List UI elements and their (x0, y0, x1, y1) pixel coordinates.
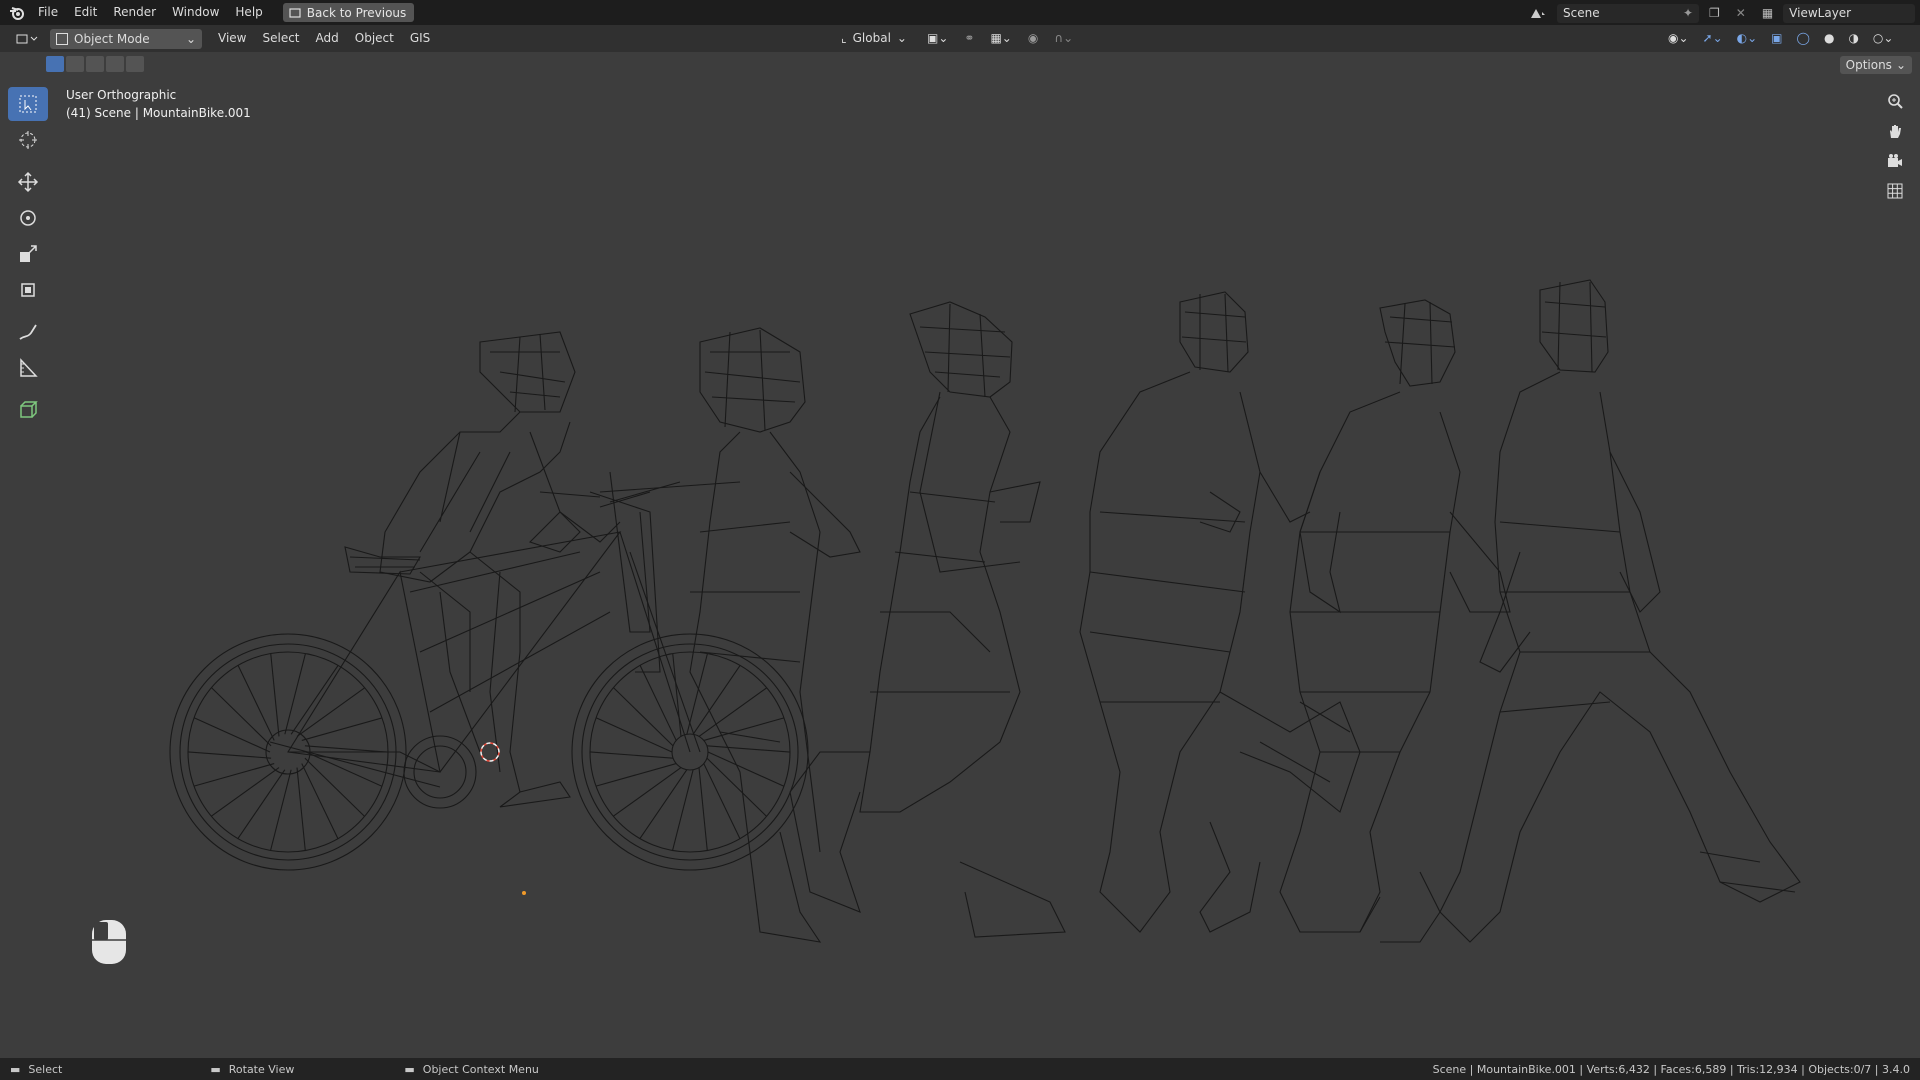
wheel-spoke (187, 751, 272, 759)
scene-field[interactable]: Scene ✦ (1557, 3, 1699, 23)
wheel-spoke (595, 717, 673, 753)
runner-1-wireframe[interactable] (789, 301, 1066, 938)
menu-window[interactable]: Window (164, 0, 227, 25)
mouse-button-icon (92, 920, 126, 964)
menu-render[interactable]: Render (105, 0, 164, 25)
editor-type-icon[interactable] (10, 29, 44, 49)
wheel-spoke (296, 767, 306, 851)
wheel-spoke (193, 763, 275, 787)
menu-edit[interactable]: Edit (66, 0, 105, 25)
menu-file[interactable]: File (30, 0, 66, 25)
3d-viewport[interactable]: Options ⌄ User Orthographic (41) Scene |… (0, 52, 1920, 1058)
wheel-spoke (703, 717, 785, 741)
origin-dot (522, 891, 526, 895)
transform-orientation-dropdown[interactable]: ⌞ Global ⌄ (835, 28, 917, 48)
wheel-spoke (595, 763, 677, 787)
wheel-spoke (707, 751, 785, 787)
scene-selector-icon[interactable] (1523, 3, 1553, 23)
mountain-bike-wireframe[interactable] (169, 471, 809, 871)
wheel-spoke (301, 717, 383, 741)
status-rotate-label: Rotate View (228, 1062, 295, 1076)
wireframe-scene[interactable] (0, 52, 1920, 1058)
wheel-spoke (613, 687, 674, 747)
wheel-spoke (284, 653, 306, 735)
snap-toggle-icon[interactable]: ⚭ (958, 28, 980, 48)
menu-add[interactable]: Add (308, 26, 347, 51)
viewport-header: Object Mode ⌄ View Select Add Object GIS… (0, 25, 1920, 52)
cyclist-wireframe[interactable] (379, 331, 621, 793)
status-bar: ▬ Select ▬ Rotate View ▬ Object Context … (0, 1058, 1920, 1080)
viewlayer-name: ViewLayer (1789, 6, 1852, 20)
wheel-spoke (237, 665, 275, 741)
wheel-spoke (193, 717, 271, 753)
visibility-icon[interactable]: ◉⌄ (1662, 28, 1695, 48)
walker-1-wireframe[interactable] (689, 327, 861, 943)
mouse-left-icon: ▬ (10, 1062, 21, 1076)
viewlayer-selector-icon[interactable]: ▦ (1756, 3, 1779, 23)
wheel-spoke (304, 745, 389, 753)
solid-shading-icon[interactable]: ● (1818, 28, 1840, 48)
mode-label: Object Mode (74, 31, 150, 46)
wheel-spoke (672, 769, 694, 851)
wheel-spoke (613, 767, 682, 817)
menu-view[interactable]: View (210, 26, 254, 51)
chevron-down-icon: ⌄ (185, 31, 196, 46)
status-context-label: Object Context Menu (422, 1062, 539, 1076)
mouse-right-icon: ▬ (404, 1062, 415, 1076)
wheel-spoke (698, 687, 767, 737)
menu-help[interactable]: Help (227, 0, 270, 25)
walker-2-wireframe[interactable] (1439, 279, 1801, 943)
wheel-spoke (706, 745, 791, 753)
wheel-spoke (270, 653, 280, 737)
mouse-middle-icon: ▬ (210, 1062, 221, 1076)
overlay-icon[interactable]: ◐⌄ (1731, 28, 1764, 48)
material-shading-icon[interactable]: ◑ (1842, 28, 1864, 48)
rendered-shading-icon[interactable]: ○⌄ (1867, 28, 1900, 48)
mode-dropdown[interactable]: Object Mode ⌄ (50, 28, 202, 49)
new-scene-icon[interactable]: ❐ (1703, 3, 1726, 23)
3d-cursor-icon[interactable] (480, 742, 500, 762)
status-rotate: ▬ Rotate View (210, 1063, 294, 1076)
gizmo-icon[interactable]: ➚⌄ (1697, 28, 1729, 48)
wheel-spoke (211, 767, 280, 817)
wheel-spoke (589, 751, 674, 759)
status-stats: Scene | MountainBike.001 | Verts:6,432 |… (1432, 1062, 1910, 1076)
object-mode-icon (56, 32, 68, 45)
proportional-edit-icon[interactable]: ◉ (1022, 28, 1044, 48)
menu-select[interactable]: Select (254, 26, 307, 51)
back-to-previous-button[interactable]: Back to Previous (282, 3, 415, 22)
xray-icon[interactable]: ▣ (1765, 28, 1788, 48)
top-bar: File Edit Render Window Help Back to Pre… (0, 0, 1920, 25)
status-context: ▬ Object Context Menu (404, 1063, 539, 1076)
back-to-previous-label: Back to Previous (306, 5, 407, 20)
screen-icon (289, 7, 301, 18)
viewlayer-field[interactable]: ViewLayer (1783, 3, 1916, 23)
blender-logo-icon[interactable] (4, 0, 30, 25)
wheel-spoke (706, 757, 767, 817)
wheel-spoke (304, 757, 365, 817)
wheel-spoke (639, 665, 677, 741)
axes-icon: ⌞ (841, 31, 847, 45)
menu-gis[interactable]: GIS (402, 26, 438, 51)
chevron-down-icon: ⌄ (896, 31, 907, 45)
runner-3-wireframe[interactable] (1279, 299, 1511, 943)
wheel-spoke (296, 687, 365, 737)
scene-name: Scene (1563, 6, 1600, 20)
orientation-label: Global (852, 31, 891, 45)
wheel-spoke (698, 767, 708, 851)
pivot-point-icon[interactable]: ▣⌄ (921, 28, 954, 48)
pin-icon[interactable]: ✦ (1683, 6, 1693, 20)
delete-scene-icon[interactable]: ✕ (1730, 3, 1752, 23)
status-select: ▬ Select (10, 1063, 62, 1076)
wheel-spoke (301, 763, 339, 839)
menu-object[interactable]: Object (347, 26, 402, 51)
wheel-spoke (211, 687, 272, 747)
wheel-spoke (270, 769, 292, 851)
wireframe-shading-icon[interactable]: ◯ (1791, 28, 1816, 48)
status-select-label: Select (28, 1062, 63, 1076)
wheel-spoke (703, 763, 741, 839)
falloff-icon[interactable]: ∩⌄ (1048, 28, 1079, 48)
snap-target-icon[interactable]: ▦⌄ (984, 28, 1017, 48)
